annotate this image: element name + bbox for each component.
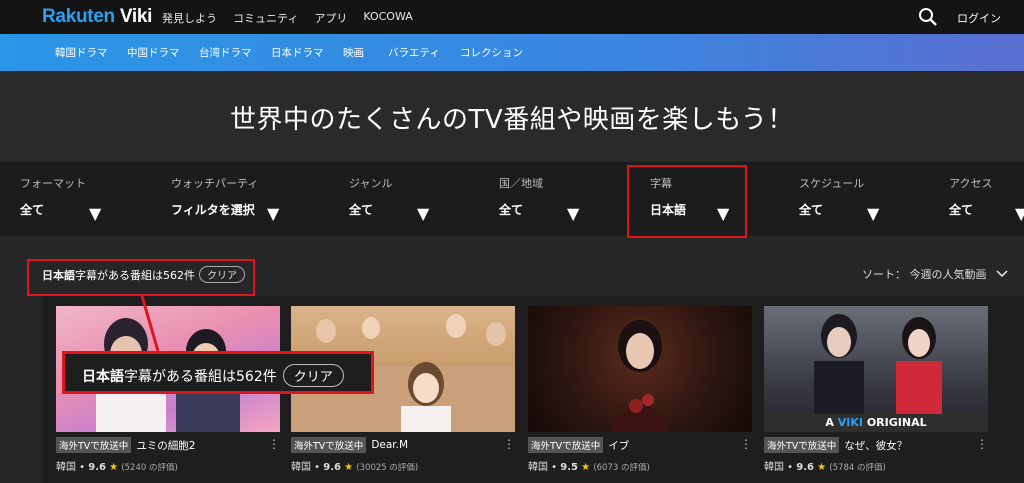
callout-language: 日本語: [82, 369, 124, 385]
callout-rest: 字幕がある番組は562件: [124, 369, 277, 385]
callout-clear-button: クリア: [282, 364, 344, 387]
callout-connector: [140, 295, 160, 352]
callout-text: 日本語字幕がある番組は562件 クリア: [82, 364, 344, 387]
zoomed-results-callout: 日本語字幕がある番組は562件 クリア: [62, 351, 374, 394]
